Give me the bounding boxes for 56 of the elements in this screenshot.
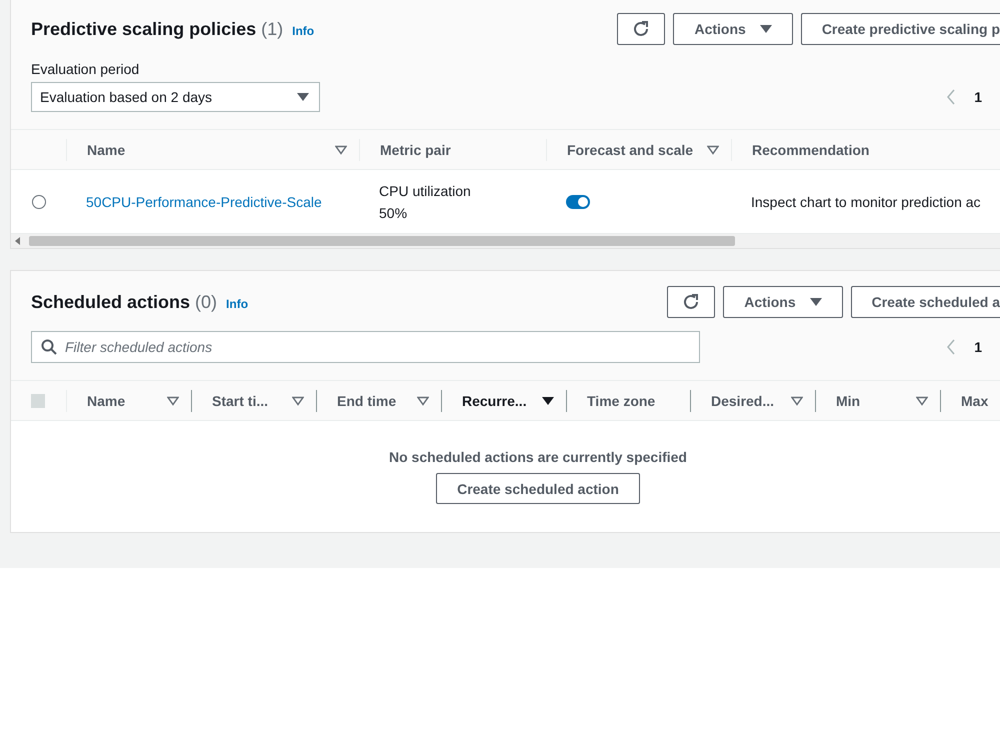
sort-icon	[292, 396, 304, 406]
evaluation-period-dropdown[interactable]: Evaluation based on 2 days	[31, 82, 320, 112]
create-button[interactable]: Create predictive scaling p	[800, 13, 1000, 45]
info-link[interactable]: Info	[226, 296, 248, 310]
sort-icon	[791, 396, 803, 406]
sort-icon	[417, 396, 429, 406]
column-header[interactable]: Name	[66, 390, 191, 412]
table-cell: Inspect chart to monitor prediction ac	[751, 194, 981, 210]
chevron-left-icon	[946, 339, 956, 355]
caret-icon	[810, 297, 822, 307]
column-header[interactable]: Time zone	[566, 390, 690, 412]
refresh-button[interactable]	[667, 286, 716, 318]
sort-icon	[542, 396, 554, 406]
radio-button[interactable]	[32, 194, 46, 208]
sort-icon	[335, 144, 347, 154]
caret-icon	[297, 92, 309, 102]
column-header[interactable]: Recommendation	[731, 138, 1000, 160]
create-scheduled-action-button[interactable]: Create scheduled action	[436, 473, 640, 504]
empty-state-message: No scheduled actions are currently specified	[389, 449, 687, 465]
column-header[interactable]: End time	[316, 390, 441, 412]
item-count: (0)	[195, 292, 218, 312]
column-header[interactable]: Max	[940, 390, 1000, 412]
refresh-button[interactable]	[617, 13, 666, 45]
item-count: (1)	[261, 18, 284, 40]
column-header[interactable]: Metric pair	[359, 138, 546, 160]
table-cell: CPU utilization	[379, 182, 471, 198]
table-cell: 50%	[379, 204, 408, 220]
page-number[interactable]: 1	[974, 339, 982, 355]
sort-icon	[916, 396, 928, 406]
actions-button[interactable]: Actions	[673, 13, 793, 45]
column-header[interactable]: Forecast and scale	[546, 138, 731, 160]
actions-button[interactable]: Actions	[723, 286, 843, 318]
column-header[interactable]: Min	[815, 390, 940, 412]
horizontal-scrollbar[interactable]	[11, 233, 1000, 248]
info-link[interactable]: Info	[292, 24, 314, 38]
section-title: Predictive scaling policies	[31, 18, 256, 40]
toggle-switch[interactable]	[566, 194, 590, 208]
sort-icon	[707, 144, 719, 154]
refresh-icon	[632, 20, 650, 38]
scrollbar-thumb[interactable]	[29, 236, 735, 246]
page-number[interactable]: 1	[974, 89, 982, 105]
sort-icon	[167, 396, 179, 406]
column-header[interactable]: Desired...	[690, 390, 815, 412]
column-header[interactable]: Name	[66, 138, 359, 160]
chevron-left-icon	[946, 89, 956, 105]
policy-name-link[interactable]: 50CPU-Performance-Predictive-Scale	[86, 194, 322, 210]
section-title: Scheduled actions	[31, 292, 190, 312]
refresh-icon	[682, 293, 700, 311]
scroll-left-icon	[15, 237, 21, 245]
caret-icon	[760, 24, 772, 34]
filter-field[interactable]: Filter scheduled actions	[31, 331, 700, 363]
create-button[interactable]: Create scheduled a	[850, 286, 1000, 318]
column-header[interactable]: Recurre...	[441, 390, 566, 412]
column-header[interactable]: Start ti...	[191, 390, 316, 412]
field-label: Evaluation period	[31, 61, 140, 77]
search-icon	[41, 339, 57, 355]
